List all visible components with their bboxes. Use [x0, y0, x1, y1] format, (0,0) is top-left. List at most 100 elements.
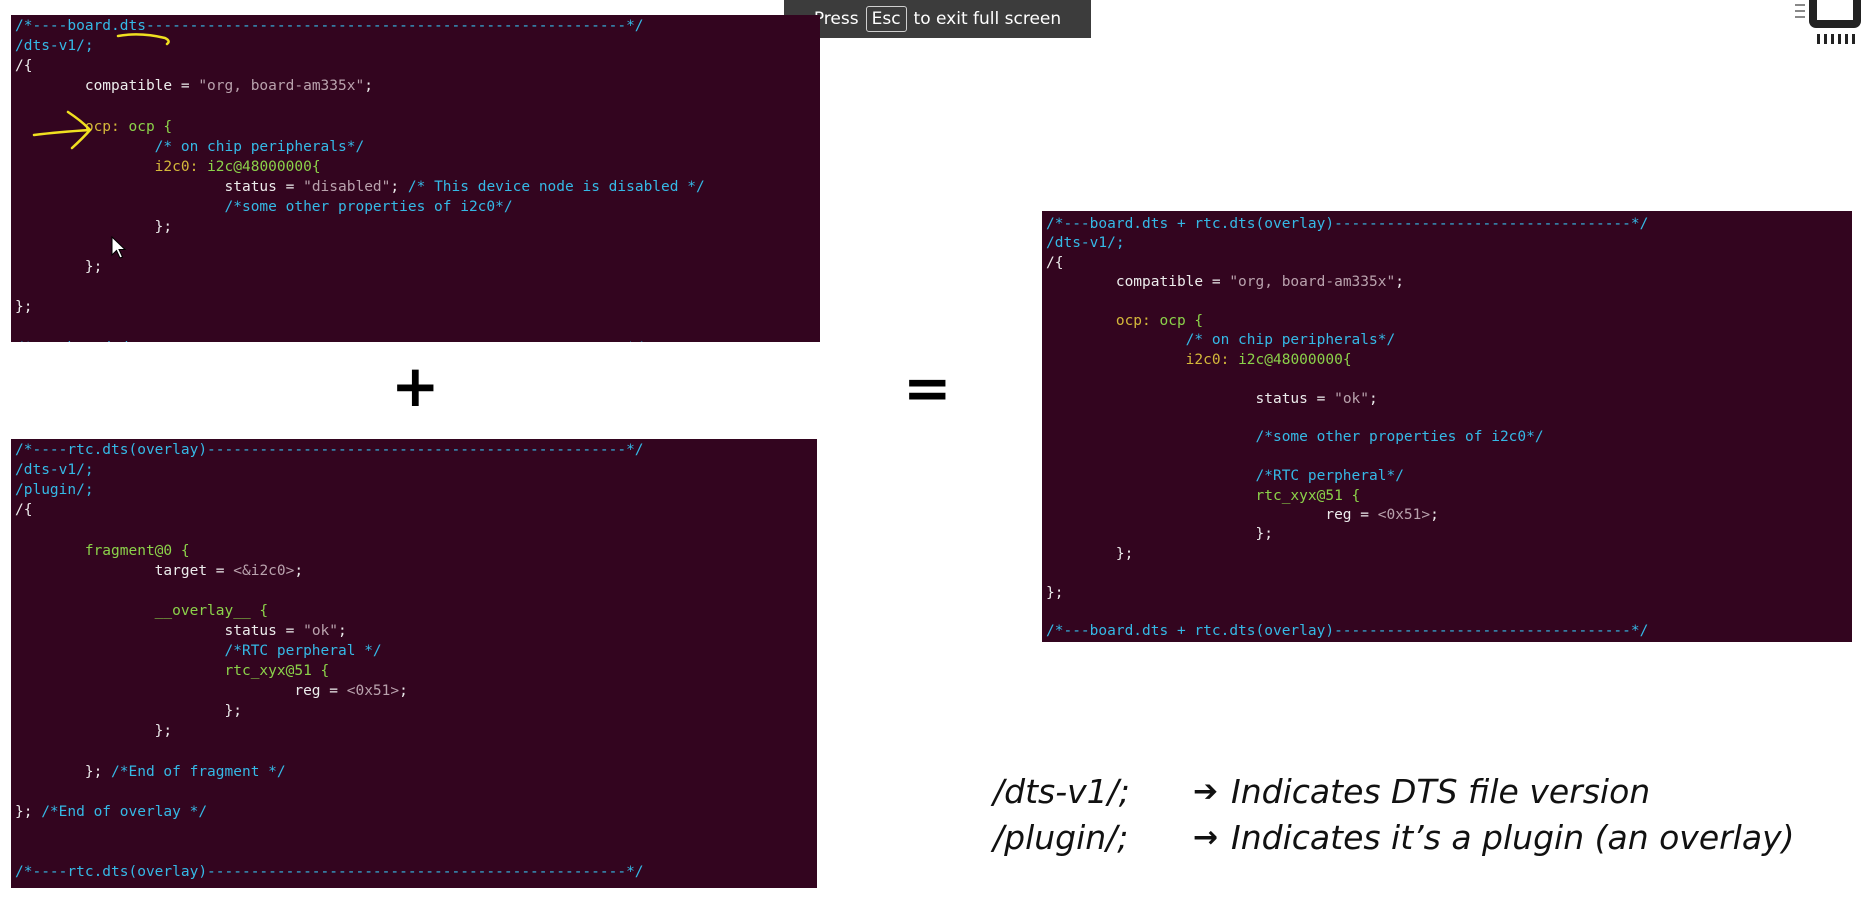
- code-line: ocp: ocp {: [1046, 312, 1203, 330]
- code-line: };: [1046, 525, 1273, 543]
- code-line: }; /*End of overlay */: [15, 803, 207, 821]
- code-line: compatible = "org, board-am335x";: [15, 77, 373, 95]
- code-line: target = <&i2c0>;: [15, 562, 303, 580]
- code-line: /*----board.dts-------------------------…: [15, 17, 644, 35]
- code-line: /*----rtc.dts(overlay)------------------…: [15, 441, 644, 459]
- code-token: i2c0:: [1046, 351, 1239, 368]
- code-line: /*RTC perpheral*/: [1046, 467, 1404, 485]
- code-token: /*RTC perpheral */: [15, 643, 382, 659]
- equals-operator: =: [903, 354, 952, 422]
- code-token: /{: [15, 58, 33, 75]
- code-line: /*some other properties of i2c0*/: [15, 198, 513, 216]
- right-arrow-icon: →: [1193, 819, 1219, 855]
- code-token: "org, board-am335x": [198, 78, 365, 95]
- code-line: compatible = "org, board-am335x";: [1046, 273, 1404, 291]
- mouse-pointer-icon: [111, 236, 127, 259]
- code-line: /*---board.dts + rtc.dts(overlay)-------…: [1046, 215, 1648, 233]
- code-token: ;: [338, 622, 347, 639]
- code-token: /plugin/;: [15, 482, 94, 499]
- code-line: reg = <0x51>;: [15, 682, 408, 700]
- note-text: Indicates DTS file version: [1231, 771, 1651, 811]
- code-line: }; /*End of fragment */: [15, 763, 286, 781]
- code-line: /{: [15, 57, 32, 75]
- code-line: /*----board.dts-------------------------…: [15, 339, 644, 342]
- chip-logo-icon: [1795, 0, 1865, 50]
- rtc-overlay-code-panel: /*----rtc.dts(overlay)------------------…: [11, 439, 817, 888]
- code-token: <0x51>: [1377, 507, 1431, 523]
- code-line: /*---board.dts + rtc.dts(overlay)-------…: [1046, 622, 1648, 640]
- code-line: ocp: ocp {: [15, 118, 172, 136]
- code-token: ;: [390, 178, 408, 195]
- code-token: ;: [364, 78, 373, 95]
- code-line: __overlay__ {: [15, 602, 269, 620]
- code-line: fragment@0 {: [15, 542, 190, 560]
- code-token: /{: [15, 502, 33, 519]
- code-line: /dts-v1/;: [15, 37, 94, 55]
- code-token: <0x51>: [346, 683, 400, 700]
- code-token: ocp {: [128, 118, 173, 135]
- note-plugin: /plugin/; → Indicates it’s a plugin (an …: [993, 814, 1794, 860]
- right-arrow-icon: ➔: [1193, 773, 1219, 809]
- code-token: /*some other properties of i2c0*/: [15, 198, 513, 215]
- code-token: };: [15, 763, 112, 780]
- code-token: /*----board.dts-------------------------…: [15, 18, 644, 34]
- code-line: status = "ok";: [15, 622, 347, 640]
- code-token: reg =: [1046, 507, 1378, 523]
- esc-key-label[interactable]: Esc: [865, 6, 907, 32]
- code-token: };: [1046, 526, 1273, 543]
- code-line: /*----rtc.dts(overlay)------------------…: [15, 863, 644, 881]
- code-line: i2c0: i2c@48000000{: [15, 158, 321, 176]
- code-token: };: [1046, 545, 1134, 562]
- code-line: };: [15, 258, 102, 276]
- code-token: <&i2c0>: [233, 562, 295, 579]
- code-line: rtc_xyx@51 {: [1046, 487, 1361, 505]
- code-token: /* on chip peripherals*/: [15, 138, 365, 155]
- code-token: ;: [1430, 507, 1439, 523]
- fullscreen-exit-banner: Press Esc to exit full screen: [784, 0, 1091, 38]
- code-line: /dts-v1/;: [1046, 234, 1125, 252]
- code-line: /*some other properties of i2c0*/: [1046, 428, 1544, 446]
- note-key: /plugin/;: [993, 817, 1129, 857]
- code-token: /*---board.dts + rtc.dts(overlay)-------…: [1046, 216, 1649, 232]
- code-token: };: [15, 803, 42, 820]
- code-line: reg = <0x51>;: [1046, 506, 1439, 524]
- code-token: };: [15, 219, 173, 235]
- code-line: };: [15, 722, 172, 740]
- code-line: status = "ok";: [1046, 390, 1378, 408]
- fullscreen-message-text: to exit full screen: [913, 9, 1062, 29]
- code-token: ;: [1369, 390, 1378, 407]
- plus-operator: +: [391, 352, 440, 420]
- code-token: ocp {: [1159, 313, 1204, 329]
- code-line: rtc_xyx@51 {: [15, 662, 330, 680]
- code-line: status = "disabled"; /* This device node…: [15, 178, 705, 196]
- code-token: };: [15, 259, 103, 276]
- code-token: "ok": [1334, 390, 1370, 407]
- code-token: ;: [294, 562, 304, 579]
- code-line: i2c0: i2c@48000000{: [1046, 351, 1352, 369]
- code-token: status =: [15, 622, 304, 639]
- code-token: fragment@0 {: [15, 542, 190, 559]
- code-line: /plugin/;: [15, 481, 94, 499]
- code-token: /*----rtc.dts(overlay)------------------…: [15, 864, 644, 881]
- merged-dts-code-panel: /*---board.dts + rtc.dts(overlay)-------…: [1042, 211, 1852, 642]
- code-token: target =: [15, 562, 234, 579]
- code-line: /{: [15, 501, 32, 519]
- board-dts-code-panel: /*----board.dts-------------------------…: [11, 15, 820, 342]
- code-token: };: [1046, 584, 1064, 601]
- code-line: };: [15, 298, 32, 316]
- code-token: i2c@48000000{: [207, 158, 321, 175]
- code-token: ocp:: [1046, 313, 1160, 329]
- code-token: };: [15, 723, 173, 740]
- legend-notes: /dts-v1/; ➔ Indicates DTS file version /…: [993, 768, 1794, 860]
- code-token: "ok": [303, 622, 339, 639]
- code-token: rtc_xyx@51 {: [15, 663, 330, 680]
- code-token: reg =: [15, 683, 347, 700]
- code-token: __overlay__ {: [15, 602, 269, 619]
- code-token: /*End of overlay */: [41, 803, 208, 820]
- code-token: status =: [15, 178, 304, 195]
- code-token: "org, board-am335x": [1229, 274, 1396, 291]
- code-token: ocp:: [15, 118, 129, 135]
- note-key: /dts-v1/;: [993, 771, 1130, 811]
- code-token: /*---board.dts + rtc.dts(overlay)-------…: [1046, 623, 1649, 640]
- code-token: ;: [1395, 274, 1404, 291]
